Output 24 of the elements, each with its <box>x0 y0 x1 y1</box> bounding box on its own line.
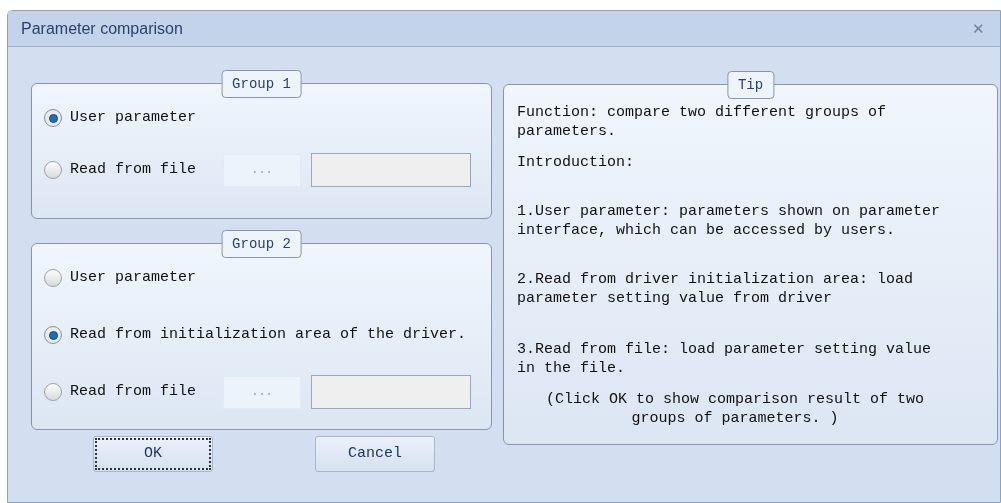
radio-button[interactable] <box>44 109 62 127</box>
option-label[interactable]: Read from file <box>70 158 214 182</box>
radio-button[interactable] <box>44 161 62 179</box>
radio-button[interactable] <box>44 383 62 401</box>
tip-paragraph: Function: compare two different groups of parameters. <box>517 103 888 141</box>
tip-title: Tip <box>726 71 775 99</box>
radio-button[interactable] <box>44 326 62 344</box>
file-path-field[interactable] <box>311 153 471 187</box>
tip-paragraph: Introduction: <box>517 153 636 172</box>
tip-paragraph: 3.Read from file: load parameter setting value in the file. <box>517 340 933 378</box>
group-title: Group 2 <box>221 230 302 258</box>
option-label[interactable]: Read from initialization area of the driver. <box>70 323 467 347</box>
group-title: Group 1 <box>221 70 302 98</box>
tip-paragraph: 1.User parameter: parameters shown on parameter interface, which can be accessed by users. <box>517 202 942 240</box>
option-label[interactable]: User parameter <box>70 106 197 130</box>
radio-button[interactable] <box>44 269 62 287</box>
file-path-field[interactable] <box>311 375 471 409</box>
dialog-button[interactable]: Cancel <box>315 436 435 472</box>
tip-paragraph: 2.Read from driver initialization area: load parameter setting value from driver <box>517 270 915 308</box>
dialog-button[interactable]: OK <box>93 436 213 472</box>
window-title: Parameter comparison <box>21 18 183 39</box>
option-label[interactable]: User parameter <box>70 266 197 290</box>
tip-paragraph: (Click OK to show comparison result of two groups of parameters. ) <box>545 390 926 428</box>
option-label[interactable]: Read from file <box>70 380 214 404</box>
